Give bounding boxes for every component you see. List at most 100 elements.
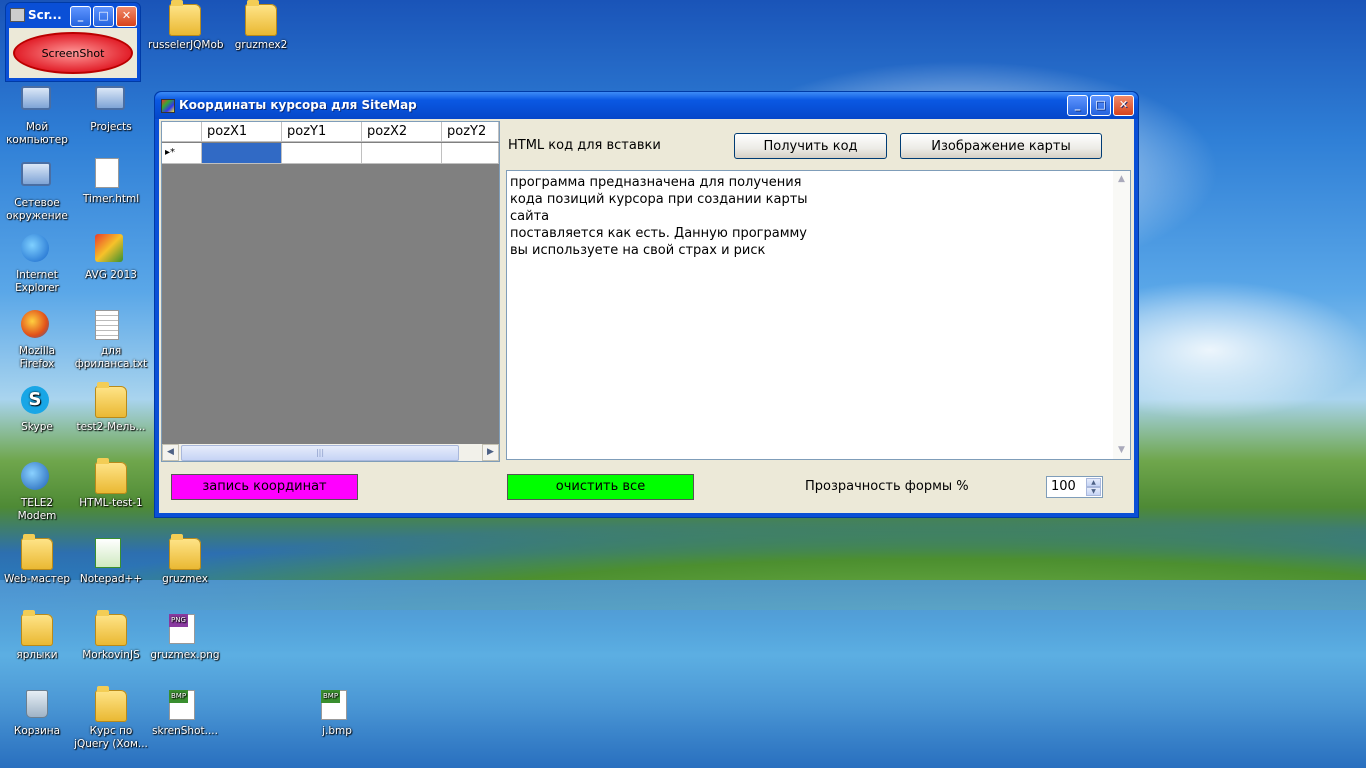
stepper-down-icon[interactable]: ▼	[1086, 487, 1101, 496]
desktop-icon-tele2-modem[interactable]: TELE2 Modem	[0, 462, 74, 523]
scroll-left-arrow-icon[interactable]: ◀	[162, 444, 179, 461]
computer-icon	[21, 86, 53, 118]
notepad-plus-icon	[95, 538, 127, 570]
folder-icon	[95, 458, 127, 494]
close-button[interactable]: ✕	[1113, 95, 1134, 116]
column-header-pozy2[interactable]: pozY2	[442, 122, 499, 142]
desktop-icon-label: для фрилансa.txt	[74, 345, 148, 370]
desktop-icon-jquery-course[interactable]: Курс по jQuery (Хом...	[74, 686, 148, 751]
grid-cell-pozy1[interactable]	[282, 143, 362, 164]
desktop-icon-label: gruzmex2	[234, 39, 288, 51]
desktop-icon-avg[interactable]: AVG 2013	[74, 234, 148, 282]
desktop-icon-russelerjqmob[interactable]: russelerJQMob	[148, 0, 224, 52]
minimize-button[interactable]: _	[1067, 95, 1088, 116]
desktop-icon-notepad-plus[interactable]: Notepad++	[74, 538, 148, 586]
network-icon	[21, 162, 53, 194]
grid-cell-pozy2[interactable]	[442, 143, 499, 164]
desktop-icon-internet-explorer[interactable]: Internet Explorer	[0, 234, 74, 295]
map-image-button[interactable]: Изображение карты	[900, 133, 1102, 159]
scrollbar-track[interactable]: |||	[179, 444, 482, 461]
grid-corner-header	[162, 122, 202, 142]
scrollbar-thumb[interactable]: |||	[181, 445, 459, 461]
desktop-icon-label: gruzmex	[162, 573, 208, 585]
opacity-stepper[interactable]: 100 ▲ ▼	[1046, 476, 1103, 498]
folder-icon	[169, 534, 201, 570]
desktop-icon-label: Web-мастер	[3, 573, 71, 585]
desktop-icon-label: skrenShot....	[152, 725, 218, 737]
vertical-scrollbar[interactable]: ▲ ▼	[1113, 171, 1130, 459]
desktop-icon-freelance-txt[interactable]: для фрилансa.txt	[74, 310, 148, 371]
desktop-icon-network[interactable]: Сетевое окружение	[0, 158, 74, 223]
grid-cell-pozx1[interactable]	[202, 143, 282, 164]
bmp-file-icon: BMP	[321, 690, 353, 722]
desktop-icon-projects[interactable]: Projects	[74, 82, 148, 134]
stepper-up-icon[interactable]: ▲	[1086, 478, 1101, 487]
desktop-icon-label: MorkovinJS	[82, 649, 140, 661]
desktop-icon-my-computer[interactable]: Мой компьютер	[0, 82, 74, 147]
coordinates-grid[interactable]: pozX1 pozY1 pozX2 pozY2 ▸* ◀ ||| ▶	[161, 121, 500, 462]
folder-icon	[95, 686, 127, 722]
desktop-icon-recycle-bin[interactable]: Корзина	[0, 690, 74, 738]
column-header-pozx1[interactable]: pozX1	[202, 122, 282, 142]
minimize-button[interactable]: _	[70, 6, 91, 27]
mini-window-title: Scr...	[28, 8, 62, 22]
desktop-icon-label: AVG 2013	[85, 269, 137, 281]
desktop-icon-morkovinjs[interactable]: MorkovinJS	[74, 610, 148, 662]
grid-cell-pozx2[interactable]	[362, 143, 442, 164]
desktop-icon-skype[interactable]: S Skype	[0, 386, 74, 434]
column-header-pozx2[interactable]: pozX2	[362, 122, 442, 142]
main-window[interactable]: Координаты курсора для SiteMap _ □ ✕ poz…	[154, 91, 1139, 518]
folder-icon	[95, 610, 127, 646]
desktop-icon-test2[interactable]: test2-Мель...	[74, 382, 148, 434]
desktop-icon-label: ярлыки	[16, 649, 58, 661]
record-coordinates-button[interactable]: запись координат	[171, 474, 358, 500]
screenshot-mini-window[interactable]: Scr... _ □ ✕ ScreenShot	[5, 2, 141, 82]
desktop-icon-j-bmp[interactable]: BMP j.bmp	[300, 690, 374, 738]
skype-icon: S	[21, 386, 53, 418]
scroll-down-arrow-icon[interactable]: ▼	[1113, 442, 1130, 459]
maximize-button[interactable]: □	[1090, 95, 1111, 116]
column-header-pozy1[interactable]: pozY1	[282, 122, 362, 142]
opacity-value[interactable]: 100	[1051, 479, 1076, 494]
desktop-icon-label: russelerJQMob	[148, 39, 224, 51]
window-titlebar[interactable]: Координаты курсора для SiteMap _ □ ✕	[155, 92, 1138, 119]
maximize-button[interactable]: □	[93, 6, 114, 27]
mini-window-titlebar[interactable]: Scr... _ □ ✕	[6, 3, 140, 27]
scroll-up-arrow-icon[interactable]: ▲	[1113, 171, 1130, 188]
avg-icon	[95, 234, 127, 266]
desktop-icon-label: gruzmex.png	[150, 649, 220, 661]
desktop-icon-shortcuts[interactable]: ярлыки	[0, 610, 74, 662]
window-title: Координаты курсора для SiteMap	[179, 98, 417, 112]
new-row-marker: ▸*	[162, 143, 202, 164]
desktop-icon-timer-html[interactable]: Timer.html	[74, 158, 148, 206]
textarea-content: программа предназначена для получения ко…	[510, 175, 808, 258]
projects-icon	[95, 86, 127, 118]
desktop-icon-label: Timer.html	[82, 193, 140, 205]
table-row-new[interactable]: ▸*	[162, 143, 499, 164]
desktop-icon-web-master[interactable]: Web-мастер	[0, 534, 74, 586]
desktop-icon-gruzmex2[interactable]: gruzmex2	[224, 0, 298, 52]
desktop-icon-label: Notepad++	[79, 573, 143, 585]
desktop-icon-label: Мой компьютер	[6, 121, 68, 146]
tele2-modem-icon	[21, 462, 53, 494]
horizontal-scrollbar[interactable]: ◀ ||| ▶	[162, 444, 499, 461]
png-file-icon: PNG	[169, 614, 201, 646]
folder-icon	[169, 0, 201, 36]
desktop-icon-gruzmex-png[interactable]: PNG gruzmex.png	[148, 614, 222, 662]
desktop-icon-label: Курс по jQuery (Хом...	[74, 725, 148, 750]
app-icon	[161, 99, 175, 113]
app-icon	[10, 8, 25, 22]
screenshot-button[interactable]: ScreenShot	[13, 32, 133, 74]
clear-all-button[interactable]: очистить все	[507, 474, 694, 500]
bmp-file-icon: BMP	[169, 690, 201, 722]
desktop-icon-html-test-1[interactable]: HTML-test-1	[74, 458, 148, 510]
desktop-icon-firefox[interactable]: Mozilla Firefox	[0, 310, 74, 371]
close-button[interactable]: ✕	[116, 6, 137, 27]
desktop-icon-label: Корзина	[13, 725, 61, 737]
scroll-right-arrow-icon[interactable]: ▶	[482, 444, 499, 461]
get-code-button[interactable]: Получить код	[734, 133, 887, 159]
desktop-icon-skrenshot[interactable]: BMP skrenShot....	[148, 690, 222, 738]
html-code-textarea[interactable]: программа предназначена для получения ко…	[506, 170, 1131, 460]
desktop-icon-label: test2-Мель...	[76, 421, 146, 433]
desktop-icon-gruzmex[interactable]: gruzmex	[148, 534, 222, 586]
